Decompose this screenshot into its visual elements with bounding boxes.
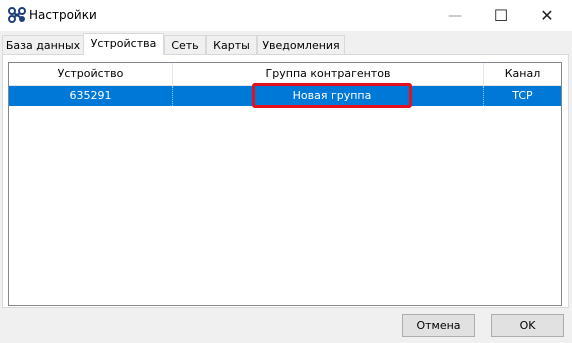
- tab-notifications[interactable]: Уведомления: [257, 35, 345, 54]
- cancel-button[interactable]: Отмена: [402, 314, 475, 337]
- cell-group-label: Новая группа: [292, 88, 372, 102]
- app-logo-icon: [8, 7, 26, 23]
- tab-network[interactable]: Сеть: [164, 35, 206, 54]
- maximize-icon: ☐: [493, 6, 509, 25]
- minimize-button[interactable]: —: [432, 0, 478, 31]
- column-header-channel[interactable]: Канал: [484, 63, 561, 86]
- ok-button[interactable]: OK: [491, 314, 564, 337]
- minimize-icon: —: [448, 7, 462, 24]
- close-icon: ✕: [540, 6, 554, 25]
- maximize-button[interactable]: ☐: [478, 0, 524, 31]
- cell-channel[interactable]: TCP: [484, 86, 561, 106]
- group-highlight-box[interactable]: Новая группа: [252, 83, 412, 108]
- cell-group[interactable]: Новая группа: [173, 83, 484, 108]
- column-header-device[interactable]: Устройство: [9, 63, 173, 86]
- tab-strip: База данных Устройства Сеть Карты Уведом…: [0, 33, 572, 55]
- devices-panel: Устройство Группа контрагентов Канал 635…: [2, 54, 569, 308]
- window-title: Настройки: [29, 8, 97, 22]
- cell-device[interactable]: 635291: [9, 86, 173, 106]
- table-row[interactable]: 635291 Новая группа TCP: [9, 83, 561, 108]
- tab-database[interactable]: База данных: [2, 35, 84, 54]
- close-button[interactable]: ✕: [524, 0, 570, 31]
- title-bar: Настройки — ☐ ✕: [0, 0, 572, 31]
- tab-devices[interactable]: Устройства: [83, 33, 164, 55]
- devices-table[interactable]: Устройство Группа контрагентов Канал 635…: [8, 62, 562, 306]
- tab-maps[interactable]: Карты: [206, 35, 257, 54]
